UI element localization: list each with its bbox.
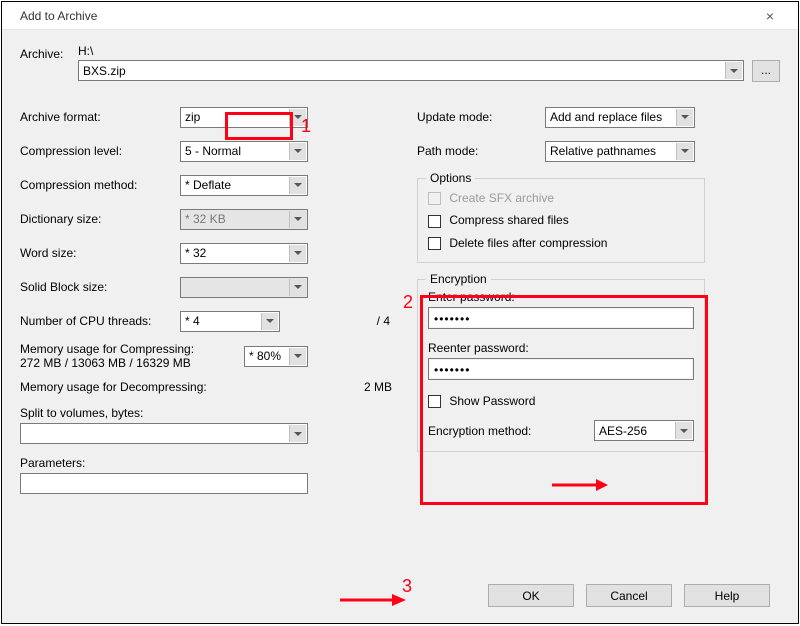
window-title: Add to Archive bbox=[10, 9, 750, 23]
split-label: Split to volumes, bytes: bbox=[20, 406, 392, 420]
solid-block-label: Solid Block size: bbox=[20, 280, 180, 294]
show-password-label: Show Password bbox=[449, 394, 535, 408]
mem-compress-label: Memory usage for Compressing: bbox=[20, 342, 244, 356]
update-mode-combo[interactable]: Add and replace files bbox=[545, 107, 695, 128]
chevron-down-icon[interactable] bbox=[289, 425, 306, 442]
titlebar: Add to Archive × bbox=[2, 2, 798, 30]
close-icon[interactable]: × bbox=[750, 8, 790, 24]
dictionary-size-label: Dictionary size: bbox=[20, 212, 180, 226]
ok-button[interactable]: OK bbox=[488, 584, 574, 607]
chevron-down-icon[interactable] bbox=[676, 143, 693, 160]
archive-filename-combo[interactable]: BXS.zip bbox=[78, 60, 744, 81]
chevron-down-icon[interactable] bbox=[675, 422, 692, 439]
archive-filename: BXS.zip bbox=[83, 64, 126, 78]
chevron-down-icon[interactable] bbox=[725, 62, 742, 79]
archive-format-combo[interactable]: zip bbox=[180, 107, 308, 128]
path-mode-combo[interactable]: Relative pathnames bbox=[545, 141, 695, 162]
sfx-label: Create SFX archive bbox=[449, 191, 554, 205]
reenter-password-label: Reenter password: bbox=[428, 341, 694, 355]
enter-password-label: Enter password: bbox=[428, 290, 694, 304]
compression-method-label: Compression method: bbox=[20, 178, 180, 192]
compression-level-label: Compression level: bbox=[20, 144, 180, 158]
mem-compress-pct-combo[interactable]: * 80% bbox=[244, 346, 308, 367]
annotation-number-2: 2 bbox=[403, 292, 413, 313]
word-size-label: Word size: bbox=[20, 246, 180, 260]
chevron-down-icon[interactable] bbox=[289, 211, 306, 228]
compression-method-combo[interactable]: * Deflate bbox=[180, 175, 308, 196]
sfx-checkbox bbox=[428, 192, 441, 205]
chevron-down-icon[interactable] bbox=[289, 109, 306, 126]
cancel-button[interactable]: Cancel bbox=[586, 584, 672, 607]
browse-button[interactable]: ... bbox=[752, 60, 780, 82]
chevron-down-icon[interactable] bbox=[289, 143, 306, 160]
archive-path-prefix: H:\ bbox=[78, 44, 780, 58]
parameters-label: Parameters: bbox=[20, 456, 392, 470]
split-combo[interactable] bbox=[20, 423, 308, 444]
update-mode-label: Update mode: bbox=[417, 110, 545, 124]
compress-shared-label: Compress shared files bbox=[449, 213, 568, 227]
encryption-method-label: Encryption method: bbox=[428, 424, 594, 438]
archive-format-label: Archive format: bbox=[20, 110, 180, 124]
annotation-number-3: 3 bbox=[402, 576, 412, 597]
archive-format-value: zip bbox=[185, 110, 200, 124]
encryption-legend: Encryption bbox=[426, 272, 491, 286]
help-button[interactable]: Help bbox=[684, 584, 770, 607]
path-mode-label: Path mode: bbox=[417, 144, 545, 158]
delete-after-label: Delete files after compression bbox=[449, 236, 607, 250]
encryption-method-combo[interactable]: AES-256 bbox=[594, 420, 694, 441]
word-size-combo[interactable]: * 32 bbox=[180, 243, 308, 264]
chevron-down-icon[interactable] bbox=[289, 177, 306, 194]
chevron-down-icon[interactable] bbox=[261, 313, 278, 330]
annotation-arrow-ok bbox=[338, 592, 408, 608]
dictionary-size-combo[interactable]: * 32 KB bbox=[180, 209, 308, 230]
password-input[interactable]: ••••••• bbox=[428, 307, 694, 329]
cpu-threads-total: / 4 bbox=[377, 314, 392, 328]
options-legend: Options bbox=[426, 171, 475, 185]
chevron-down-icon[interactable] bbox=[289, 348, 306, 365]
cpu-threads-label: Number of CPU threads: bbox=[20, 314, 180, 328]
chevron-down-icon[interactable] bbox=[289, 245, 306, 262]
chevron-down-icon[interactable] bbox=[676, 109, 693, 126]
encryption-fieldset: Encryption Enter password: ••••••• Reent… bbox=[417, 279, 705, 452]
chevron-down-icon bbox=[289, 279, 306, 296]
compression-level-combo[interactable]: 5 - Normal bbox=[180, 141, 308, 162]
mem-decompress-value: 2 MB bbox=[364, 380, 392, 394]
reenter-password-input[interactable]: ••••••• bbox=[428, 358, 694, 380]
mem-decompress-label: Memory usage for Decompressing: bbox=[20, 380, 364, 394]
parameters-input[interactable] bbox=[20, 473, 308, 494]
cpu-threads-combo[interactable]: * 4 bbox=[180, 311, 280, 332]
annotation-arrow-encryption bbox=[550, 477, 610, 493]
delete-after-checkbox[interactable] bbox=[428, 237, 441, 250]
show-password-checkbox[interactable] bbox=[428, 395, 441, 408]
solid-block-combo bbox=[180, 277, 308, 298]
options-fieldset: Options Create SFX archive Compress shar… bbox=[417, 178, 705, 263]
archive-label: Archive: bbox=[20, 44, 78, 61]
mem-compress-info: 272 MB / 13063 MB / 16329 MB bbox=[20, 356, 244, 370]
compress-shared-checkbox[interactable] bbox=[428, 215, 441, 228]
